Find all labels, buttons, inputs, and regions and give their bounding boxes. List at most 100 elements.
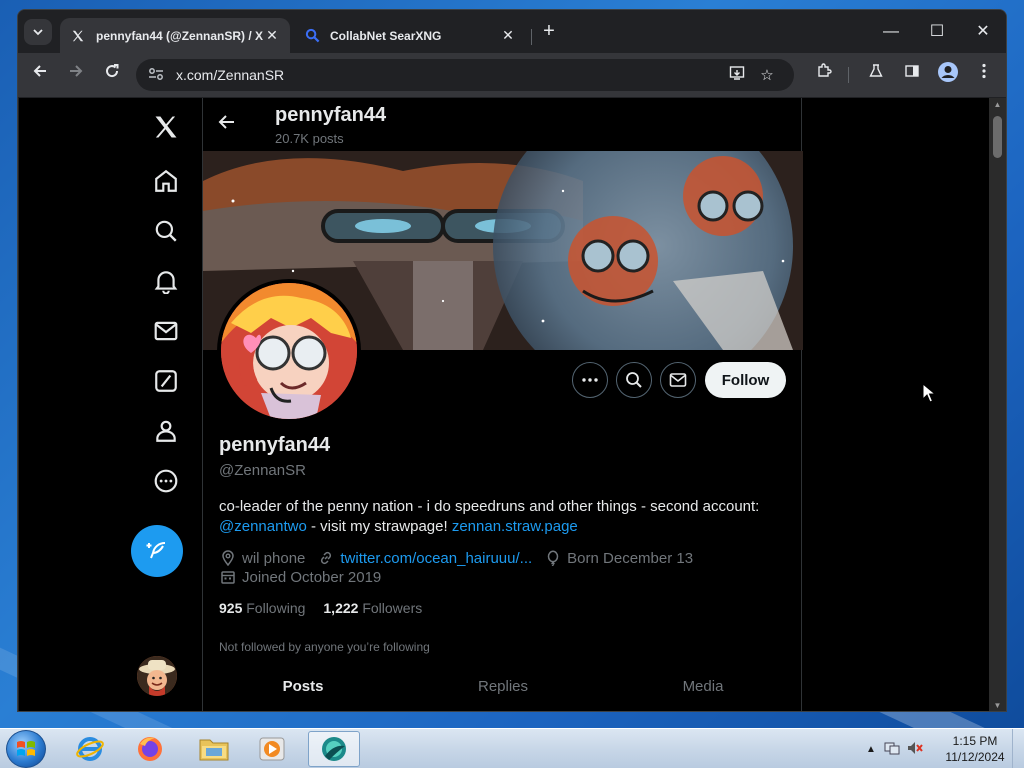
side-panel-button[interactable] [898,61,926,89]
profile-button[interactable] [934,61,962,89]
mutual-followers-note: Not followed by anyone you’re following [219,640,430,654]
nav-profile[interactable] [141,406,191,456]
person-icon [156,420,176,442]
browser-app-icon [322,737,346,761]
search-profile-button[interactable] [616,362,652,398]
extensions-button[interactable] [810,61,838,89]
minimize-button[interactable]: — [868,18,914,46]
tab-search-button[interactable] [24,19,52,45]
puzzle-icon [818,63,832,77]
x-home-logo[interactable] [141,102,191,152]
folder-icon [199,739,229,761]
followers-link[interactable]: 1,222 Followers [323,600,422,616]
browser-toolbar: x.com/ZennanSR ☆ [18,53,1006,97]
reload-button[interactable] [98,61,126,89]
page-scrollbar[interactable]: ▲ ▼ [989,98,1006,711]
network-icon[interactable] [884,740,900,759]
more-options-button[interactable] [572,362,608,398]
address-bar[interactable]: x.com/ZennanSR ☆ [136,59,794,91]
close-window-button[interactable]: ✕ [960,18,1006,46]
account-avatar[interactable] [137,656,177,696]
back-arrow-icon[interactable] [217,112,241,136]
following-link[interactable]: 925 Following [219,600,305,616]
message-button[interactable] [660,362,696,398]
search-icon [626,372,642,388]
tab-x-profile[interactable]: pennyfan44 (@ZennanSR) / X ✕ [60,18,290,53]
nav-grok[interactable] [141,356,191,406]
tab-close-icon[interactable]: ✕ [500,27,516,44]
x-logo-icon [70,28,86,44]
calendar-icon [219,568,237,586]
follow-button[interactable]: Follow [705,362,786,398]
scroll-up-arrow-icon[interactable]: ▲ [989,98,1006,112]
mail-icon [154,321,178,341]
tab-posts[interactable]: Posts [203,678,403,695]
media-player-icon [259,737,285,761]
taskbar-media-player[interactable] [246,731,298,767]
bell-icon [154,271,178,294]
profile-avatar-art [221,283,357,419]
profile-header-bar: pennyfan44 20.7K posts [203,98,801,151]
reload-icon [106,64,119,78]
menu-button[interactable] [970,61,998,89]
taskbar-file-explorer[interactable] [188,731,240,767]
nav-more[interactable] [141,456,191,506]
cowboy-avatar-icon [137,656,177,696]
windows-logo-icon [17,741,35,756]
scroll-down-arrow-icon[interactable]: ▼ [989,699,1006,711]
profile-website-link[interactable]: twitter.com/ocean_hairuuu/... [340,550,532,567]
back-button[interactable] [26,61,54,89]
install-app-icon[interactable] [722,65,752,85]
profile-location: wil phone [242,549,306,567]
profile-handle: @ZennanSR [219,462,306,479]
start-button[interactable] [6,730,46,768]
scrollbar-thumb[interactable] [993,116,1002,158]
nav-explore[interactable] [141,206,191,256]
bookmark-star-icon[interactable]: ☆ [752,66,782,84]
nav-home[interactable] [141,156,191,206]
clock-time: 1:15 PM [952,734,998,748]
bio-website-link[interactable]: zennan.straw.page [452,518,578,535]
compose-post-button[interactable] [131,525,183,577]
maximize-button[interactable]: ☐ [914,18,960,46]
nav-notifications[interactable] [141,256,191,306]
header-post-count: 20.7K posts [275,131,344,146]
windows-taskbar: ▲ 1:15 PM 11/12/2024 [0,728,1024,768]
taskbar-clock[interactable]: 1:15 PM 11/12/2024 [940,733,1010,765]
tray-expand-icon[interactable]: ▲ [866,744,876,755]
header-display-name: pennyfan44 [275,104,387,126]
location-pin-icon [219,549,237,567]
volume-muted-icon[interactable] [906,740,924,759]
profile-display-name: pennyfan44 [219,434,331,456]
grok-icon [155,370,177,392]
side-panel-icon [905,65,919,77]
taskbar-internet-explorer[interactable] [64,731,116,767]
bio-text: - visit my strawpage! [306,518,452,535]
home-icon [155,169,177,192]
firefox-icon [138,737,162,761]
site-info-icon[interactable] [148,67,166,84]
labs-button[interactable] [862,61,890,89]
following-label: Following [246,600,306,616]
profile-avatar[interactable] [217,279,361,423]
tab-media[interactable]: Media [603,678,803,695]
mail-icon [669,373,687,387]
flask-icon [869,64,883,77]
forward-button[interactable] [62,61,90,89]
profile-bio: co-leader of the penny nation - i do spe… [219,497,794,537]
tab-searxng[interactable]: CollabNet SearXNG ✕ [294,18,526,53]
profile-main-column: pennyfan44 20.7K posts Follow pennyfan44… [202,98,803,711]
nav-messages[interactable] [141,306,191,356]
more-circle-icon [154,469,178,493]
follow-counts: 925 Following 1,222 Followers [219,600,422,616]
taskbar-chrome-active[interactable] [308,731,360,767]
bio-mention-link[interactable]: @zennantwo [219,518,307,535]
tab-title: pennyfan44 (@ZennanSR) / X [96,28,264,43]
tab-close-icon[interactable]: ✕ [264,27,280,44]
more-vertical-icon [982,63,986,79]
tab-separator [531,29,532,45]
show-desktop-button[interactable] [1012,729,1024,768]
tab-replies[interactable]: Replies [403,678,603,695]
new-tab-button[interactable]: + [538,21,560,43]
taskbar-firefox[interactable] [124,731,176,767]
